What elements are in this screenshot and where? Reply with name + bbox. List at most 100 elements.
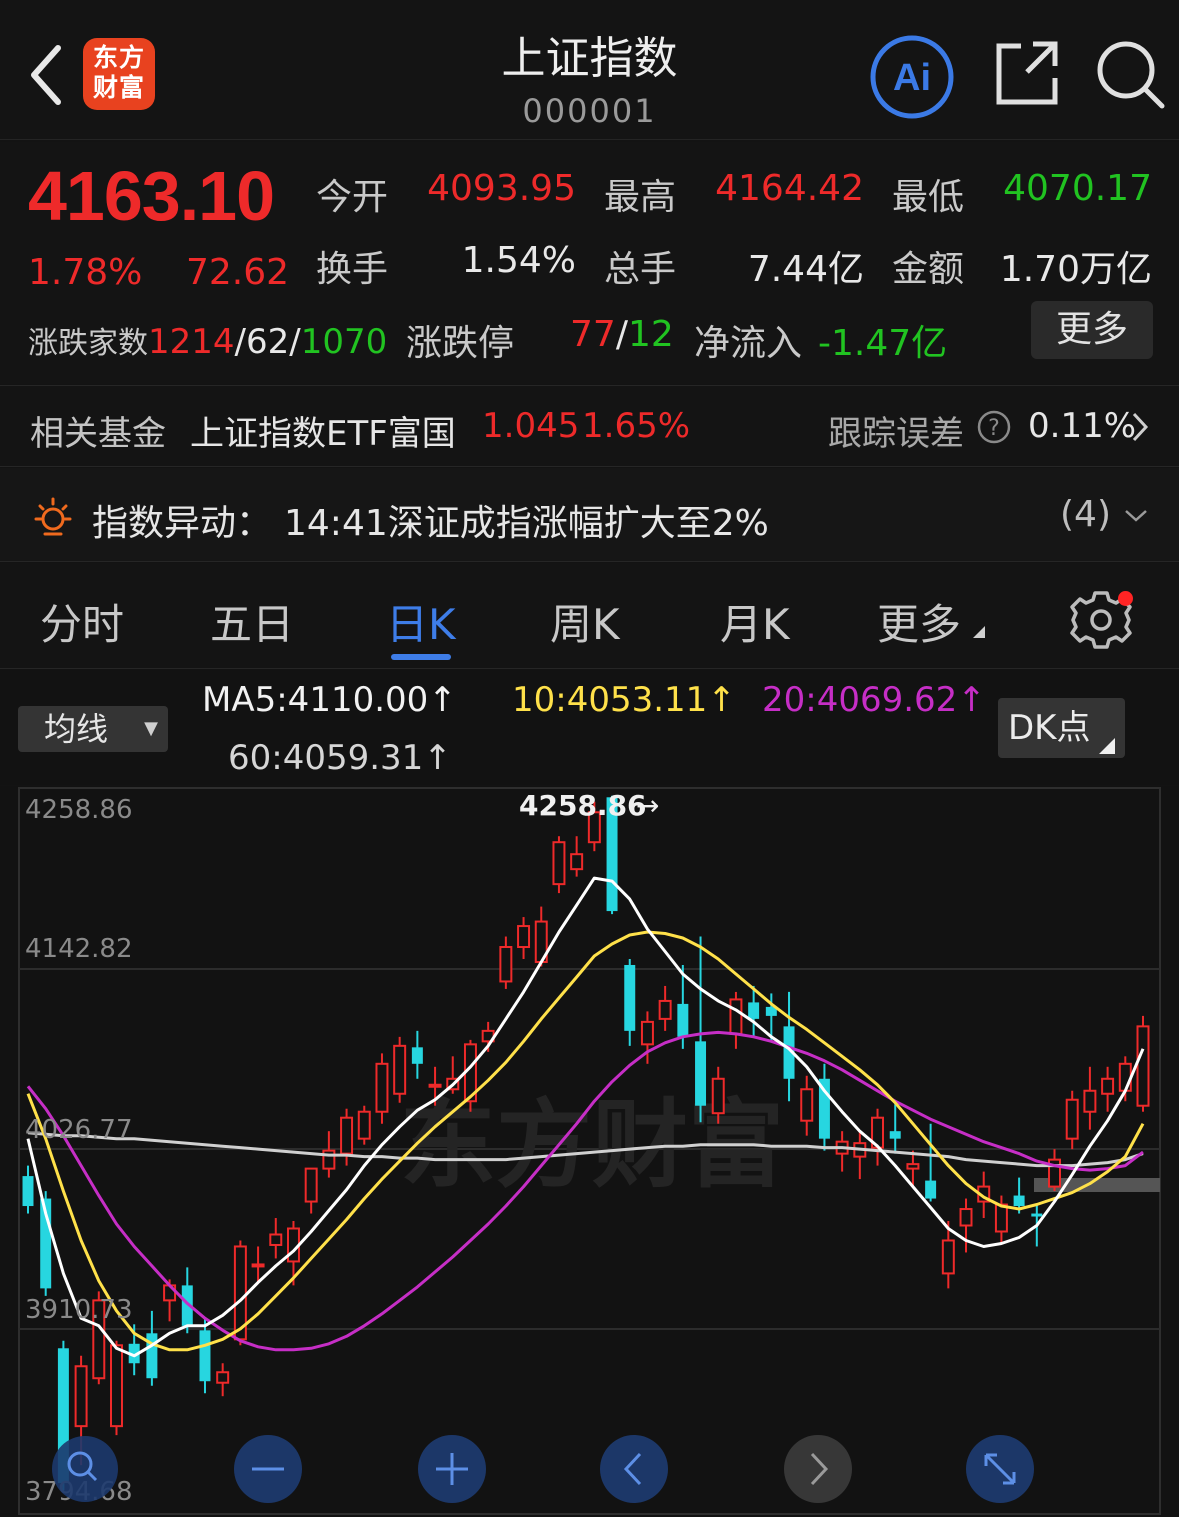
related-fund-row[interactable]: 相关基金 上证指数ETF富国 1.045 1.65% 跟踪误差 ? 0.11%	[0, 385, 1179, 467]
candle	[800, 1075, 814, 1136]
candle-body	[748, 1002, 760, 1019]
tab-monthly-k[interactable]: 月K	[720, 591, 790, 652]
candle-body	[640, 1020, 654, 1046]
limit-up: 77	[570, 314, 616, 355]
fund-price: 1.045	[482, 406, 580, 446]
candle-body	[340, 1116, 354, 1155]
chevron-down-icon[interactable]	[1123, 508, 1149, 524]
candle	[411, 1030, 423, 1079]
scroll-right-button[interactable]	[784, 1435, 852, 1503]
candle	[959, 1198, 973, 1253]
high-label: 最高	[604, 177, 677, 218]
candle	[871, 1108, 885, 1166]
candle-body	[658, 999, 672, 1020]
candle	[729, 991, 743, 1049]
svg-text:?: ?	[988, 416, 1000, 441]
candle-body	[1031, 1213, 1043, 1217]
share-icon[interactable]	[993, 38, 1059, 108]
turnover-value: 1.54%	[461, 240, 576, 281]
ma-selector-label: 均线	[44, 710, 109, 748]
expand-button[interactable]	[966, 1435, 1034, 1503]
candle	[552, 836, 566, 894]
amount-label: 金额	[892, 249, 965, 290]
alert-text: 14:41深证成指涨幅扩大至2%	[284, 503, 769, 544]
dk-point-button[interactable]: DK点	[998, 698, 1125, 758]
tab-intraday[interactable]: 分时	[40, 591, 124, 652]
tab-daily-k[interactable]: 日K	[386, 591, 456, 652]
candle	[658, 985, 672, 1031]
moving-average-legend: 均线 ▼ MA5:4110.00↑ 10:4053.11↑ 20:4069.62…	[0, 670, 1179, 785]
low-label: 最低	[892, 177, 965, 218]
candle-body	[1136, 1025, 1150, 1107]
open-value: 4093.95	[427, 168, 576, 209]
zoom-out-button[interactable]	[234, 1435, 302, 1503]
candle	[110, 1340, 123, 1436]
alert-count: (4)	[1060, 494, 1111, 535]
dk-label: DK点	[1008, 708, 1091, 748]
volume-value: 7.44亿	[747, 249, 864, 290]
kline-chart[interactable]: 东方财富 4258.86 4142.82 4026.77 3910.73 379…	[0, 786, 1179, 1517]
breadth-row: 涨跌家数1214/62/1070	[28, 318, 387, 362]
candle-body	[959, 1208, 973, 1227]
max-arrow: →	[636, 789, 659, 822]
tab-more[interactable]: 更多	[877, 591, 961, 652]
candle-body	[375, 1062, 389, 1113]
candle-body	[251, 1263, 265, 1268]
candle	[499, 936, 513, 989]
limit-down: 12	[627, 314, 674, 355]
open-label: 今开	[316, 177, 389, 218]
dropdown-arrow-icon: ▼	[144, 718, 158, 739]
ma20-value: 20:4069.62↑	[762, 680, 986, 720]
breadth-sep-2: /	[289, 322, 301, 362]
candle-body	[22, 1176, 34, 1207]
candle-body	[428, 1083, 442, 1088]
alert-label: 指数异动：	[92, 503, 273, 544]
more-button[interactable]: 更多	[1031, 301, 1153, 359]
low-value: 4070.17	[1003, 168, 1152, 209]
candle-body	[517, 925, 531, 949]
candle-body	[624, 964, 636, 1031]
candle	[1136, 1015, 1150, 1112]
tab-five-day[interactable]: 五日	[210, 591, 294, 652]
scroll-left-button[interactable]	[600, 1435, 668, 1503]
ma5-value: MA5:4110.00↑	[202, 680, 457, 720]
notification-dot	[1118, 591, 1133, 606]
help-icon[interactable]: ?	[977, 410, 1011, 444]
turnover-label: 换手	[316, 249, 389, 290]
ai-icon[interactable]: Ai	[869, 34, 955, 120]
period-tabs: 分时 五日 日K 周K 月K 更多	[0, 563, 1179, 669]
y-tick-label: 3910.73	[25, 1295, 133, 1325]
ma10-value: 10:4053.11↑	[512, 680, 736, 720]
candle-body	[711, 1077, 725, 1115]
volume-label: 总手	[604, 249, 677, 290]
candle	[393, 1036, 407, 1103]
candle-body	[269, 1233, 283, 1246]
netflow-value: -1.47亿	[818, 323, 948, 364]
candle	[853, 1131, 867, 1180]
search-icon[interactable]	[1094, 38, 1166, 110]
fund-pct: 1.65%	[582, 406, 691, 446]
limit-sep: /	[615, 314, 628, 355]
svg-text:Ai: Ai	[893, 57, 931, 99]
active-tab-indicator	[391, 654, 451, 660]
quote-panel: 4163.10 1.78% 72.62 今开 4093.95 最高 4164.4…	[0, 142, 1179, 384]
chart-search-button[interactable]	[52, 1436, 118, 1502]
ma60-value: 60:4059.31↑	[228, 738, 452, 778]
max-price-annotation: 4258.86	[519, 789, 647, 822]
candle-body	[941, 1239, 955, 1275]
candle-body	[74, 1365, 88, 1428]
candle	[357, 1105, 371, 1145]
breadth-label: 涨跌家数	[28, 326, 148, 361]
ma-selector[interactable]: 均线 ▼	[18, 706, 168, 752]
tab-more-triangle-icon	[973, 626, 985, 638]
index-alert-row[interactable]: 指数异动： 14:41深证成指涨幅扩大至2% (4)	[0, 468, 1179, 562]
tracking-error-label: 跟踪误差	[828, 414, 964, 454]
tab-weekly-k[interactable]: 周K	[550, 591, 620, 652]
zoom-in-button[interactable]	[418, 1435, 486, 1503]
dk-triangle-icon	[1099, 738, 1115, 754]
candle-body	[994, 1203, 1008, 1233]
candle	[1065, 1090, 1079, 1150]
kline-svg[interactable]: 东方财富 4258.86 4142.82 4026.77 3910.73 379…	[0, 786, 1179, 1517]
candle-body	[889, 1131, 901, 1139]
y-tick-label: 4258.86	[25, 795, 133, 825]
